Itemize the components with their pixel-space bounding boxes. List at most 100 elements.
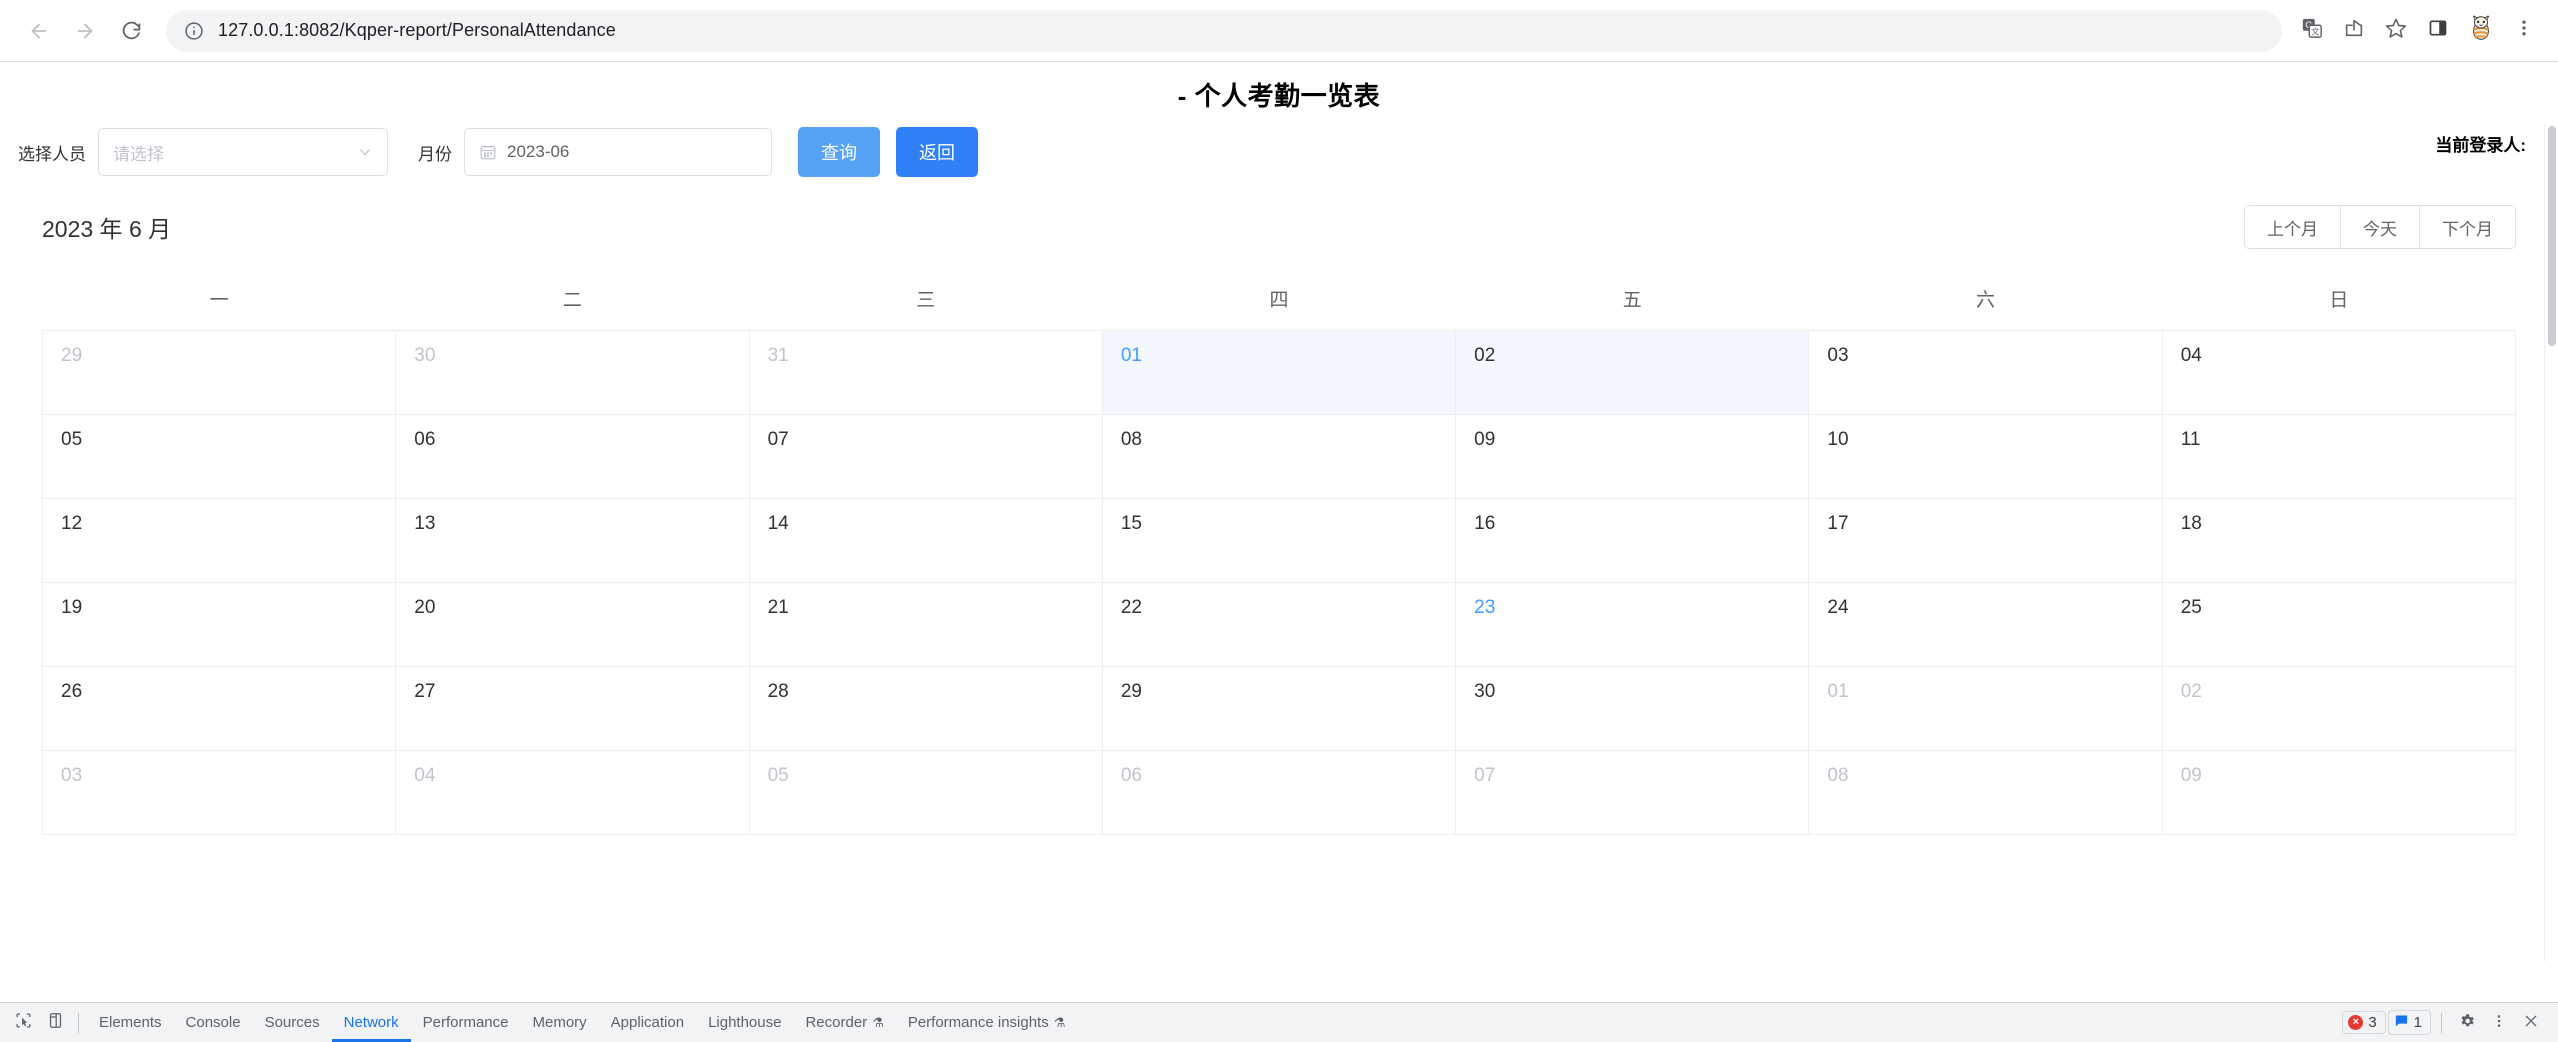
error-badge[interactable]: × 3 [2342,1011,2386,1034]
month-input[interactable]: 2023-06 [464,128,772,176]
close-icon [2523,1013,2539,1033]
page-scrollbar[interactable] [2544,124,2558,962]
calendar-day-cell[interactable]: 18 [2162,498,2517,583]
calendar-day-cell[interactable]: 30 [395,330,750,415]
calendar-body: 29 30 31 01 02 03 04 05 06 07 08 09 10 11 12 13 14 15 16 17… [41,330,2517,835]
query-toolbar: 选择人员 请选择 月份 2023-06 查询 返回 当前登录人: [0,113,2558,177]
weekday-header-1: 二 [395,271,750,331]
side-panel-button[interactable] [2418,11,2458,51]
message-bubble-icon [2394,1013,2409,1032]
devtools-tab-label: Console [185,1014,241,1031]
calendar-day-cell[interactable]: 23 [1455,582,1810,667]
profile-button[interactable] [2464,13,2498,48]
calendar-day-cell[interactable]: 07 [1455,750,1810,835]
browser-menu-button[interactable] [2504,11,2544,51]
calendar-day-cell[interactable]: 04 [395,750,750,835]
calendar-day-cell[interactable]: 21 [749,582,1103,667]
devtools-tab-performance[interactable]: Performance [411,1003,521,1042]
inspect-element-button[interactable] [8,1009,38,1037]
share-icon [2343,17,2365,44]
devtools-tab-label: Lighthouse [708,1014,782,1031]
devtools-settings-button[interactable] [2452,1009,2482,1037]
reload-button[interactable] [110,10,152,52]
address-bar[interactable]: 127.0.0.1:8082/Kqper-report/PersonalAtte… [166,9,2282,52]
calendar-day-cell[interactable]: 27 [395,666,750,751]
query-button[interactable]: 查询 [798,127,880,177]
error-count: 3 [2368,1014,2377,1031]
calendar-day-cell[interactable]: 19 [41,582,397,667]
calendar-day-cell[interactable]: 30 [1455,666,1810,751]
calendar-week-row: 05 06 07 08 09 10 11 [41,414,2517,499]
calendar-day-cell[interactable]: 12 [41,498,397,583]
info-circle-icon[interactable] [182,19,206,43]
calendar-day-cell[interactable]: 20 [395,582,750,667]
calendar-day-cell[interactable]: 13 [395,498,750,583]
devtools-tab-network[interactable]: Network [332,1003,411,1042]
devtools-tab-label: Application [610,1014,685,1031]
calendar-day-cell[interactable]: 03 [41,750,397,835]
calendar-day-cell[interactable]: 03 [1808,330,2163,415]
calendar-nav-group: 上个月 今天 下个月 [2244,205,2516,249]
calendar-day-cell[interactable]: 09 [1455,414,1810,499]
calendar-week-row: 19 20 21 22 23 24 25 [41,582,2517,667]
devtools-tab-sources[interactable]: Sources [253,1003,332,1042]
share-button[interactable] [2334,11,2374,51]
calendar-day-cell[interactable]: 24 [1808,582,2163,667]
devtools-tab-application[interactable]: Application [599,1003,696,1042]
side-panel-icon [2428,18,2448,43]
calendar-day-cell[interactable]: 07 [749,414,1103,499]
calendar-day-cell[interactable]: 08 [1808,750,2163,835]
calendar-day-cell[interactable]: 14 [749,498,1103,583]
calendar-day-cell[interactable]: 29 [1102,666,1457,751]
back-arrow-icon [28,20,50,42]
calendar-day-cell[interactable]: 29 [41,330,397,415]
calendar-day-cell[interactable]: 02 [1455,330,1810,415]
message-badge[interactable]: 1 [2387,1010,2431,1035]
reload-icon [121,20,142,41]
calendar-day-cell[interactable]: 08 [1102,414,1457,499]
calendar-day-cell[interactable]: 01 [1102,330,1457,415]
calendar-day-cell[interactable]: 22 [1102,582,1457,667]
devtools-tabs: Elements Console Sources Network Performance… [87,1003,1077,1042]
person-select[interactable]: 请选择 [98,128,388,176]
devtools-tab-recorder[interactable]: Recorder ⚗ [793,1003,895,1042]
weekday-header-4: 五 [1455,271,1809,331]
calendar-day-cell[interactable]: 26 [41,666,397,751]
devtools-tab-performance-insights[interactable]: Performance insights ⚗ [896,1003,1078,1042]
calendar-day-cell[interactable]: 06 [395,414,750,499]
calendar-day-cell[interactable]: 28 [749,666,1103,751]
translate-button[interactable]: G 文 [2292,11,2332,51]
today-button[interactable]: 今天 [2341,205,2420,249]
calendar-day-cell[interactable]: 09 [2162,750,2517,835]
devtools-tab-memory[interactable]: Memory [521,1003,599,1042]
calendar-day-cell[interactable]: 31 [749,330,1103,415]
calendar-day-cell[interactable]: 04 [2162,330,2517,415]
kebab-menu-icon [2514,18,2534,43]
calendar-day-cell[interactable]: 11 [2162,414,2517,499]
devtools-tab-lighthouse[interactable]: Lighthouse [696,1003,793,1042]
calendar-day-cell[interactable]: 25 [2162,582,2517,667]
calendar-day-cell[interactable]: 01 [1808,666,2163,751]
calendar-day-cell[interactable]: 16 [1455,498,1810,583]
devtools-close-button[interactable] [2516,1009,2546,1037]
bookmark-button[interactable] [2376,11,2416,51]
back-button-page[interactable]: 返回 [896,127,978,177]
prev-month-button[interactable]: 上个月 [2244,205,2341,249]
device-toolbar-button[interactable] [40,1009,70,1037]
next-month-button[interactable]: 下个月 [2420,205,2516,249]
calendar-day-cell[interactable]: 05 [41,414,397,499]
calendar-day-cell[interactable]: 02 [2162,666,2517,751]
devtools-tab-elements[interactable]: Elements [87,1003,174,1042]
star-icon [2385,17,2407,44]
weekday-header-0: 一 [42,271,396,331]
scrollbar-thumb[interactable] [2548,126,2556,346]
calendar-day-cell[interactable]: 06 [1102,750,1457,835]
calendar-day-cell[interactable]: 17 [1808,498,2163,583]
calendar-day-cell[interactable]: 10 [1808,414,2163,499]
calendar-day-cell[interactable]: 15 [1102,498,1457,583]
calendar-day-cell[interactable]: 05 [749,750,1103,835]
forward-button[interactable] [64,10,106,52]
back-button[interactable] [18,10,60,52]
devtools-more-button[interactable] [2484,1009,2514,1037]
devtools-tab-console[interactable]: Console [174,1003,253,1042]
